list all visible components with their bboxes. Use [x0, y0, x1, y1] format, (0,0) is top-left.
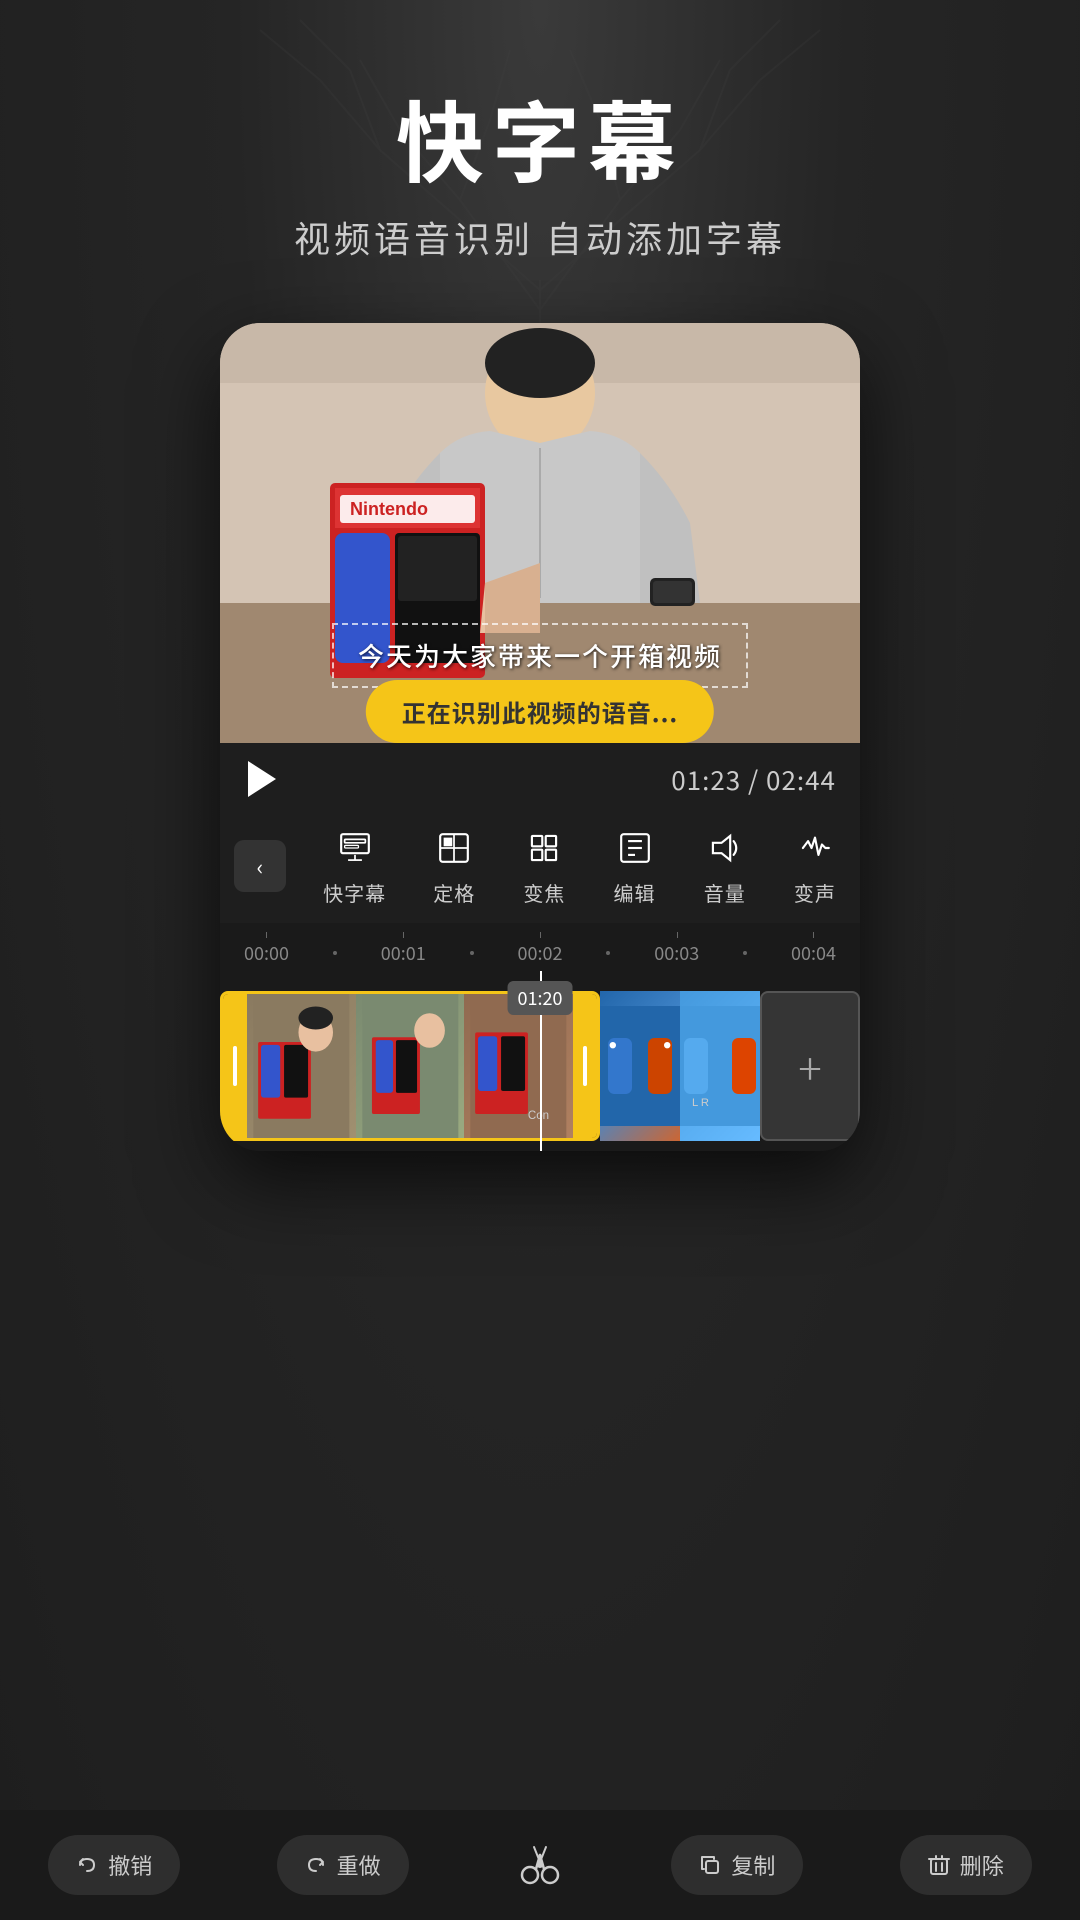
kuzimu-icon [333, 826, 377, 870]
add-clip-button[interactable]: + [760, 991, 860, 1141]
bianjiao-label: 变焦 [523, 878, 565, 907]
inactive-thumbnail-2: L R [680, 991, 760, 1141]
video-area: Nintendo 今天为大家带来一个开箱视频 [220, 323, 860, 743]
clip-handle-left[interactable] [223, 994, 247, 1138]
delete-label: 删除 [960, 1849, 1004, 1881]
ruler-dot-3 [606, 951, 610, 955]
subtitle-text: 视频语音识别 自动添加字幕 [294, 211, 786, 263]
processing-text: 正在识别此视频的语音... [402, 694, 678, 729]
main-title: 快字幕 [294, 90, 786, 187]
redo-icon [305, 1854, 327, 1876]
playhead-time-text: 01:20 [518, 985, 563, 1011]
toolbar-item-bisheng[interactable]: 变声 [793, 826, 837, 907]
copy-label: 复制 [731, 1849, 775, 1881]
subtitle-overlay-box: 今天为大家带来一个开箱视频 [332, 623, 748, 688]
title-section: 快字幕 视频语音识别 自动添加字幕 [294, 90, 786, 263]
kuzimu-label: 快字幕 [323, 878, 386, 907]
svg-text:L R: L R [692, 1097, 709, 1109]
playhead-time-badge: 01:20 [508, 981, 573, 1015]
timeline-track[interactable]: 01:20 [220, 971, 860, 1151]
dinge-icon [432, 826, 476, 870]
back-button[interactable]: ‹ [234, 840, 286, 892]
copy-icon [699, 1854, 721, 1876]
copy-button[interactable]: 复制 [671, 1835, 803, 1895]
undo-button[interactable]: 撤销 [48, 1835, 180, 1895]
page-content: 快字幕 视频语音识别 自动添加字幕 [0, 0, 1080, 1920]
clip-handle-right[interactable] [573, 994, 597, 1138]
back-chevron-icon: ‹ [257, 855, 264, 877]
ruler-mark-0: 00:00 [244, 940, 289, 966]
timeline-ruler: 00:00 00:01 00:02 00:03 00:04 [220, 935, 860, 971]
ruler-dot-1 [333, 951, 337, 955]
ruler-mark-1: 00:01 [381, 940, 426, 966]
undo-icon [76, 1854, 98, 1876]
play-icon [248, 761, 276, 797]
clip-handle-left-icon [233, 1046, 237, 1086]
toolbar-items: 快字幕 定格 [300, 826, 860, 907]
ruler-marks: 00:00 00:01 00:02 00:03 00:04 [244, 940, 836, 966]
time-display: 01:23 / 02:44 [671, 761, 836, 798]
bianji-icon [613, 826, 657, 870]
bianjiao-icon [522, 826, 566, 870]
toolbar-item-dinge[interactable]: 定格 [432, 826, 476, 907]
thumbnail-1 [247, 994, 356, 1138]
toolbar-item-kuzimu[interactable]: 快字幕 [323, 826, 386, 907]
svg-text:Con: Con [528, 1110, 549, 1122]
ruler-mark-2: 00:02 [518, 940, 563, 966]
yinliang-label: 音量 [704, 878, 746, 907]
clip-thumbnails: Con [247, 994, 573, 1138]
thumbnail-2 [356, 994, 465, 1138]
play-button[interactable] [244, 761, 280, 797]
toolbar-item-yinliang[interactable]: 音量 [703, 826, 747, 907]
toolbar-item-bianji[interactable]: 编辑 [613, 826, 657, 907]
thumbnail-3: Con [464, 994, 573, 1138]
bottom-actions-bar: 撤销 重做 [0, 1810, 1080, 1920]
clip-handle-right-icon [583, 1046, 587, 1086]
ruler-dot-4 [743, 951, 747, 955]
delete-button[interactable]: 删除 [900, 1835, 1032, 1895]
redo-label: 重做 [337, 1849, 381, 1881]
toolbar-item-bianjiao[interactable]: 变焦 [522, 826, 566, 907]
redo-button[interactable]: 重做 [277, 1835, 409, 1895]
bianji-label: 编辑 [614, 878, 656, 907]
inactive-thumbnail-1 [600, 991, 680, 1141]
processing-badge: 正在识别此视频的语音... [366, 680, 714, 743]
phone-mockup: Nintendo 今天为大家带来一个开箱视频 [220, 323, 860, 1151]
ruler-mark-4: 00:04 [791, 940, 836, 966]
bisheng-label: 变声 [794, 878, 836, 907]
video-subtitle-text: 今天为大家带来一个开箱视频 [358, 637, 722, 674]
playback-controls: 01:23 / 02:44 [220, 743, 860, 816]
ruler-mark-3: 00:03 [654, 940, 699, 966]
dinge-label: 定格 [433, 878, 475, 907]
cut-button[interactable] [505, 1830, 575, 1900]
inactive-clips: L R [600, 991, 760, 1141]
ruler-dot-2 [470, 951, 474, 955]
bisheng-icon [793, 826, 837, 870]
svg-text:Nintendo: Nintendo [350, 499, 428, 519]
timeline-section: 00:00 00:01 00:02 00:03 00:04 01:20 [220, 923, 860, 1151]
toolbar-back-section: ‹ [220, 840, 300, 892]
yinliang-icon [703, 826, 747, 870]
toolbar: ‹ 快字幕 [220, 816, 860, 923]
scissors-icon [514, 1839, 566, 1891]
undo-label: 撤销 [108, 1849, 152, 1881]
plus-icon: + [798, 1034, 822, 1098]
video-frame: Nintendo 今天为大家带来一个开箱视频 [220, 323, 860, 743]
delete-icon [928, 1854, 950, 1876]
